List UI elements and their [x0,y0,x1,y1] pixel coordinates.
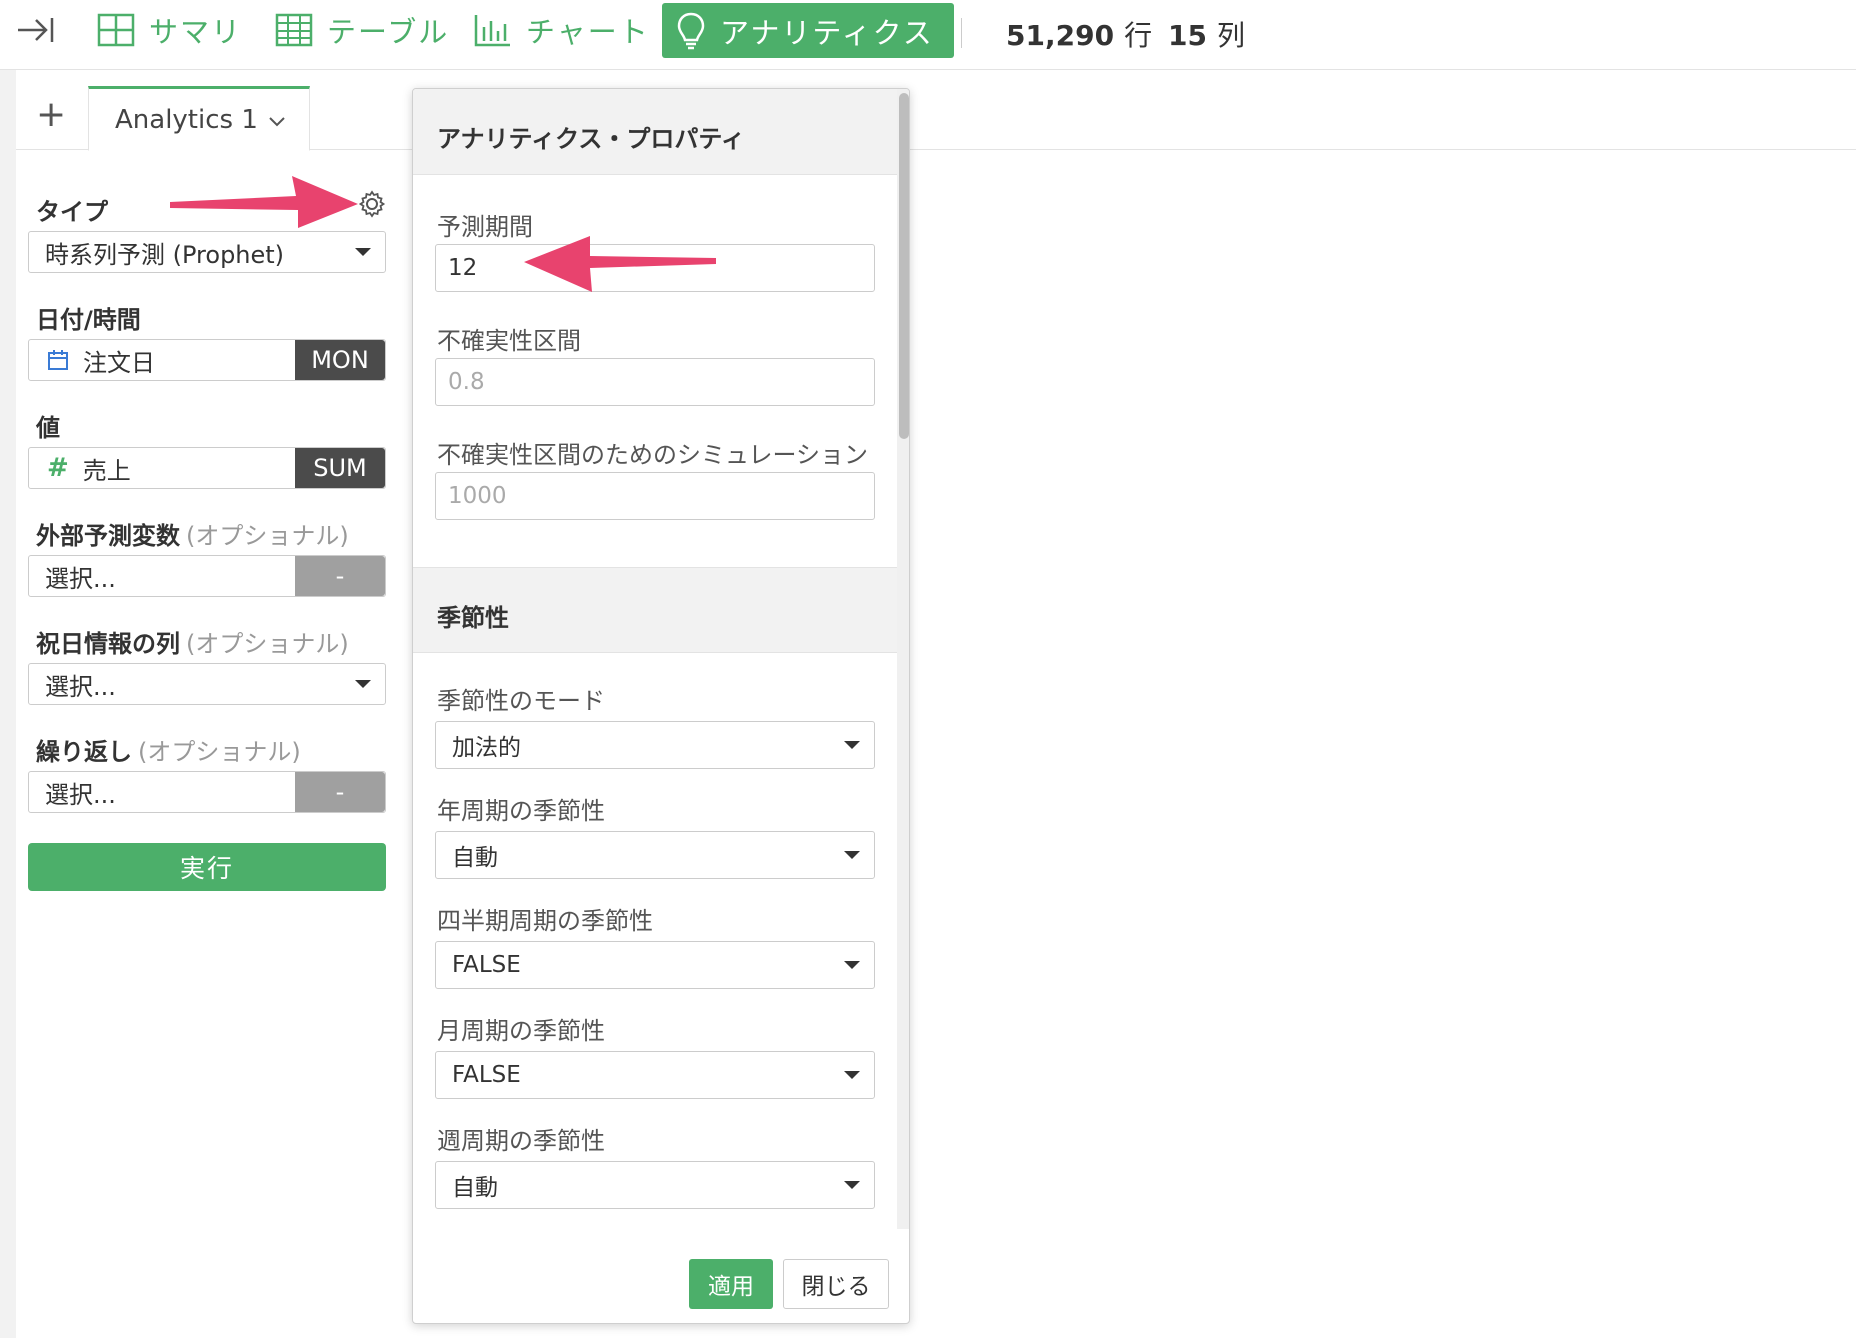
simulation-count-input[interactable]: 1000 [435,472,875,520]
caret-down-icon [844,741,860,749]
collapse-right-icon [16,15,56,45]
lightbulb-icon [676,12,706,50]
caret-down-icon [844,851,860,859]
analytics-tab-bar: + Analytics 1 [16,70,1856,151]
dialog-scrollbar-thumb[interactable] [899,93,909,439]
type-label: タイプ [36,198,108,226]
date-column-field[interactable]: 注文日 MON [28,339,386,381]
forecast-period-value: 12 [448,255,478,281]
value-column-value: 売上 [82,456,131,485]
number-hash-icon: # [47,453,69,483]
yearly-seasonality-value: 自動 [452,845,498,871]
simulation-count-label: 不確実性区間のためのシミュレーション [437,441,869,469]
quarterly-seasonality-value: FALSE [452,952,521,978]
top-toolbar: サマリ テーブル チャート アナリティクス 51,290 行 15 列 [0,0,1856,70]
value-column-field[interactable]: # 売上 SUM [28,447,386,489]
collapse-button[interactable] [16,0,70,60]
caret-down-icon [844,1181,860,1189]
summary-grid-icon [97,13,135,47]
gear-icon[interactable] [358,190,386,222]
type-select[interactable]: 時系列予測 (Prophet) [28,231,386,273]
bar-chart-icon [474,13,512,47]
tab-chart[interactable]: チャート [474,0,650,60]
tab-analytics-1[interactable]: Analytics 1 [88,86,310,151]
tab-table[interactable]: テーブル [275,0,449,60]
external-regressor-value: 選択... [45,564,116,593]
table-icon [275,13,313,47]
seasonality-mode-label: 季節性のモード [437,687,605,715]
external-regressor-label: 外部予測変数 (オプショナル) [36,522,349,550]
yearly-seasonality-select[interactable]: 自動 [435,831,875,879]
monthly-seasonality-select[interactable]: FALSE [435,1051,875,1099]
tab-summary[interactable]: サマリ [97,0,242,60]
yearly-seasonality-label: 年周期の季節性 [437,797,605,825]
type-select-value: 時系列予測 (Prophet) [45,240,285,269]
repeat-value: 選択... [45,780,116,809]
annotation-arrow-icon [524,236,716,292]
row-count-value: 51,290 [1006,19,1115,52]
external-regressor-suffix[interactable]: - [295,556,385,596]
uncertainty-interval-placeholder: 0.8 [448,369,485,395]
seasonality-mode-select[interactable]: 加法的 [435,721,875,769]
add-tab-button[interactable]: + [36,97,66,133]
holiday-column-value: 選択... [45,672,116,701]
left-gutter [0,70,16,1338]
tab-analytics-label: アナリティクス [720,15,934,50]
quarterly-seasonality-select[interactable]: FALSE [435,941,875,989]
column-count-unit: 列 [1216,19,1245,52]
forecast-period-label: 予測期間 [437,213,533,241]
caret-down-icon [844,961,860,969]
toolbar-divider [961,18,962,48]
holiday-column-label: 祝日情報の列 (オプショナル) [36,630,349,658]
caret-down-icon [355,680,371,688]
uncertainty-interval-label: 不確実性区間 [437,327,581,355]
annotation-arrow-icon [170,176,358,228]
date-label: 日付/時間 [36,306,141,334]
seasonality-mode-value: 加法的 [452,735,521,761]
close-button[interactable]: 閉じる [783,1259,889,1309]
apply-button[interactable]: 適用 [689,1259,773,1309]
caret-down-icon [844,1071,860,1079]
monthly-seasonality-label: 月周期の季節性 [437,1017,605,1045]
caret-down-icon [355,248,371,256]
tab-analytics-1-label: Analytics 1 [115,104,258,135]
quarterly-seasonality-label: 四半期周期の季節性 [437,907,653,935]
date-aggregation-button[interactable]: MON [295,340,385,380]
chevron-down-icon[interactable] [268,105,286,135]
weekly-seasonality-label: 週周期の季節性 [437,1127,605,1155]
external-regressor-field[interactable]: 選択... - [28,555,386,597]
date-column-value: 注文日 [83,348,155,377]
holiday-column-select[interactable]: 選択... [28,663,386,705]
tab-chart-label: チャート [526,15,650,49]
run-button[interactable]: 実行 [28,843,386,891]
calendar-icon [47,349,69,371]
row-count: 51,290 行 [1006,14,1152,54]
column-count-value: 15 [1168,19,1207,52]
weekly-seasonality-value: 自動 [452,1175,498,1201]
seasonality-section-header: 季節性 [413,567,897,653]
tab-summary-label: サマリ [149,15,243,49]
tab-table-label: テーブル [327,15,450,49]
repeat-field[interactable]: 選択... - [28,771,386,813]
weekly-seasonality-select[interactable]: 自動 [435,1161,875,1209]
simulation-count-placeholder: 1000 [448,483,507,509]
monthly-seasonality-value: FALSE [452,1062,521,1088]
repeat-suffix[interactable]: - [295,772,385,812]
tab-analytics[interactable]: アナリティクス [662,3,954,58]
column-count: 15 列 [1168,14,1245,54]
dialog-title: アナリティクス・プロパティ [413,89,897,175]
row-count-unit: 行 [1124,19,1153,52]
repeat-label: 繰り返し (オプショナル) [36,738,301,766]
value-aggregation-button[interactable]: SUM [295,448,385,488]
uncertainty-interval-input[interactable]: 0.8 [435,358,875,406]
value-label: 値 [36,414,60,442]
